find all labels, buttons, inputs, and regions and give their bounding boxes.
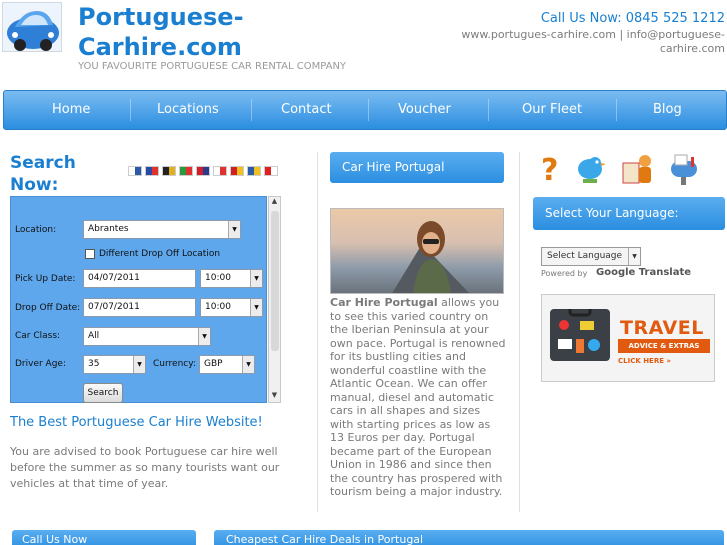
car-hire-portugal-body: allows you to see this varied country on…	[330, 296, 506, 498]
car-class-label: Car Class:	[15, 331, 61, 341]
flag-poland-icon[interactable]	[213, 166, 227, 176]
car-hire-portugal-tab[interactable]: Car Hire Portugal	[330, 152, 504, 183]
location-select[interactable]: Abrantes ▼	[83, 220, 241, 239]
driver-age-select[interactable]: 35 ▼	[83, 355, 146, 374]
chevron-down-icon: ▼	[242, 356, 254, 373]
chevron-down-icon: ▼	[250, 299, 262, 316]
location-label: Location:	[15, 225, 57, 235]
site-title[interactable]: Portuguese- Carhire.com	[78, 2, 338, 62]
nav-separator	[616, 99, 617, 121]
chevron-down-icon: ▼	[250, 270, 262, 287]
flag-spain-icon[interactable]	[230, 166, 244, 176]
pickup-time-value: 10:00	[205, 273, 231, 283]
travel-advice-banner[interactable]: TRAVEL ADVICE & EXTRAS CLICK HERE »	[541, 294, 715, 382]
travel-subtitle: ADVICE & EXTRAS	[618, 339, 710, 353]
scrollbar-thumb[interactable]	[271, 211, 279, 351]
flag-norway-icon[interactable]	[196, 166, 210, 176]
car-logo[interactable]	[2, 2, 62, 52]
location-value: Abrantes	[88, 224, 129, 234]
svg-text:?: ?	[541, 153, 558, 185]
car-class-value: All	[88, 331, 100, 341]
different-dropoff-checkbox[interactable]	[85, 249, 95, 259]
contact-person-icon[interactable]	[621, 151, 655, 185]
currency-label: Currency:	[153, 359, 196, 369]
different-dropoff-label: Different Drop Off Location	[99, 249, 221, 259]
travel-title: TRAVEL	[620, 317, 704, 339]
main-nav: Home Locations Contact Voucher Our Fleet…	[3, 90, 727, 130]
chevron-down-icon: ▼	[228, 221, 240, 238]
nav-home[interactable]: Home	[52, 91, 90, 129]
nav-locations[interactable]: Locations	[157, 91, 219, 129]
dropoff-label: Drop Off Date:	[15, 303, 81, 313]
chevron-down-icon: ▼	[628, 248, 640, 265]
flag-italy-icon[interactable]	[179, 166, 193, 176]
driver-age-value: 35	[88, 359, 100, 369]
site-title-line2: Carhire.com	[78, 33, 242, 61]
flag-finland-icon[interactable]	[128, 166, 142, 176]
mailbox-icon[interactable]	[667, 151, 701, 185]
google-translate-link[interactable]: Google Translate	[596, 267, 691, 278]
nav-separator	[130, 99, 131, 121]
scroll-up-icon[interactable]: ▲	[269, 197, 280, 208]
car-hire-portugal-bold: Car Hire Portugal	[330, 296, 438, 309]
chevron-down-icon: ▼	[198, 328, 210, 345]
nav-voucher[interactable]: Voucher	[398, 91, 451, 129]
driver-age-label: Driver Age:	[15, 359, 66, 369]
flag-france-icon[interactable]	[145, 166, 159, 176]
nav-separator	[251, 99, 252, 121]
column-divider	[519, 152, 520, 512]
nav-contact[interactable]: Contact	[281, 91, 332, 129]
car-class-select[interactable]: All ▼	[83, 327, 211, 346]
language-flags	[128, 166, 278, 176]
dropoff-time-select[interactable]: 10:00 ▼	[200, 298, 263, 317]
powered-by-label: Powered by	[541, 269, 588, 278]
site-title-line1: Portuguese-	[78, 3, 244, 31]
flag-sweden-icon[interactable]	[247, 166, 261, 176]
flag-switzerland-icon[interactable]	[264, 166, 278, 176]
scroll-down-icon[interactable]: ▼	[269, 391, 280, 402]
language-select[interactable]: Select Language ▼	[541, 247, 641, 266]
nav-separator	[368, 99, 369, 121]
chevron-down-icon: ▼	[133, 356, 145, 373]
help-icon[interactable]: ?	[532, 151, 566, 188]
search-form: Location: Abrantes ▼ Different Drop Off …	[10, 196, 267, 403]
nav-our-fleet[interactable]: Our Fleet	[522, 91, 582, 129]
language-select-value: Select Language	[547, 251, 623, 261]
best-website-text: You are advised to book Portuguese car h…	[10, 445, 280, 490]
nav-separator	[488, 99, 489, 121]
travel-click-here: CLICK HERE »	[618, 357, 671, 365]
select-language-tab: Select Your Language:	[533, 197, 725, 230]
contact-line[interactable]: www.portugues-carhire.com | info@portugu…	[425, 28, 725, 56]
column-divider	[317, 152, 318, 512]
pickup-time-select[interactable]: 10:00 ▼	[200, 269, 263, 288]
form-scrollbar[interactable]: ▲ ▼	[268, 196, 281, 403]
call-us-phone: Call Us Now: 0845 525 1212	[540, 11, 725, 26]
best-website-heading: The Best Portuguese Car Hire Website!	[10, 415, 263, 430]
car-hire-portugal-text: Car Hire Portugal allows you to see this…	[330, 296, 506, 499]
pickup-date-input[interactable]: 04/07/2011	[83, 269, 196, 288]
search-title: Search Now:	[10, 153, 76, 195]
dropoff-date-input[interactable]: 07/07/2011	[83, 298, 196, 317]
currency-select[interactable]: GBP ▼	[199, 355, 255, 374]
search-button[interactable]: Search	[83, 383, 123, 403]
pickup-label: Pick Up Date:	[15, 274, 76, 284]
woman-road-photo	[330, 208, 504, 294]
nav-blog[interactable]: Blog	[653, 91, 682, 129]
bottom-tab-call-us[interactable]: Call Us Now	[12, 530, 196, 545]
suitcase-icon	[550, 305, 610, 361]
dropoff-time-value: 10:00	[205, 302, 231, 312]
site-tagline: YOU FAVOURITE PORTUGUESE CAR RENTAL COMP…	[78, 61, 347, 72]
twitter-bird-icon[interactable]	[573, 151, 607, 185]
bottom-tab-cheapest-deals[interactable]: Cheapest Car Hire Deals in Portugal	[214, 530, 724, 545]
flag-germany-icon[interactable]	[162, 166, 176, 176]
currency-value: GBP	[204, 359, 223, 369]
